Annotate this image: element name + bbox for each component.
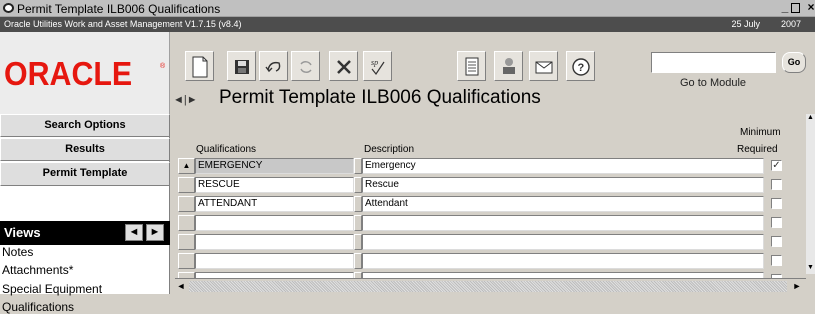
toolbar: sp ? Go to Module Go ◄|► Permit Template…: [171, 32, 815, 114]
oracle-logo: ORACLE ®: [0, 32, 170, 114]
view-item-notes[interactable]: Notes: [2, 245, 33, 259]
sidebar: Search Options Results Permit Template V…: [0, 114, 170, 314]
view-item-qualifications[interactable]: Qualifications: [2, 300, 74, 314]
minimum-required-checkbox[interactable]: [771, 236, 782, 247]
minimum-header: Minimum: [740, 127, 781, 138]
svg-text:?: ?: [578, 62, 585, 74]
qualification-cell[interactable]: [195, 253, 354, 269]
qualification-cell[interactable]: EMERGENCY: [195, 158, 354, 174]
minimize-button[interactable]: _: [779, 1, 791, 15]
views-prev-button[interactable]: ◄: [125, 224, 143, 241]
column-lookup-button[interactable]: [354, 196, 362, 212]
print-button[interactable]: [494, 51, 523, 81]
title-bar: Permit Template ILB006 Qualifications _ …: [0, 0, 815, 17]
column-lookup-button[interactable]: [354, 234, 362, 250]
save-button[interactable]: [227, 51, 256, 81]
goto-module-label: Go to Module: [680, 77, 747, 89]
permit-template-button[interactable]: Permit Template: [0, 162, 170, 186]
horizontal-scrollbar[interactable]: ◄ ►: [175, 278, 806, 294]
scroll-right-arrow-icon[interactable]: ►: [791, 280, 803, 293]
views-next-button[interactable]: ►: [146, 224, 164, 241]
scroll-left-arrow-icon[interactable]: ◄: [175, 280, 187, 293]
required-header: Required: [737, 144, 778, 155]
save-icon: [235, 60, 249, 74]
description-cell[interactable]: [362, 215, 764, 231]
close-button[interactable]: ×: [805, 1, 815, 15]
description-header: Description: [364, 144, 415, 155]
search-options-button[interactable]: Search Options: [0, 114, 170, 137]
qualification-cell[interactable]: RESCUE: [195, 177, 354, 193]
minimum-required-checkbox[interactable]: [771, 217, 782, 228]
scroll-up-arrow-icon[interactable]: ▲: [806, 114, 815, 124]
undo-button[interactable]: [259, 51, 288, 81]
qualifications-header: Qualifications: [196, 144, 257, 155]
qualification-cell[interactable]: [195, 234, 354, 250]
help-icon: ?: [572, 58, 590, 76]
version-bar: Oracle Utilities Work and Asset Manageme…: [0, 17, 815, 32]
app-icon: [3, 3, 14, 13]
row-marker[interactable]: [178, 253, 195, 269]
row-marker[interactable]: [178, 215, 195, 231]
undo-icon: [265, 61, 281, 73]
minimum-required-checkbox[interactable]: [771, 198, 782, 209]
mail-button[interactable]: [529, 51, 558, 81]
goto-module-input[interactable]: [651, 52, 776, 73]
mail-icon: [535, 61, 553, 74]
refresh-button[interactable]: [291, 51, 320, 81]
views-label: Views: [4, 225, 41, 240]
go-button[interactable]: Go: [782, 52, 806, 73]
qualifications-grid: Qualifications Description Minimum Requi…: [171, 114, 815, 294]
application-window: Permit Template ILB006 Qualifications _ …: [0, 0, 815, 314]
minimum-required-checkbox[interactable]: ✓: [771, 160, 782, 171]
row-marker[interactable]: [178, 196, 195, 212]
spellcheck-label: sp: [371, 58, 378, 67]
spellcheck-button[interactable]: sp: [363, 51, 392, 81]
app-version: Oracle Utilities Work and Asset Manageme…: [4, 19, 242, 29]
column-lookup-button[interactable]: [354, 253, 362, 269]
current-year: 2007: [780, 19, 801, 29]
row-marker[interactable]: [178, 177, 195, 193]
description-cell[interactable]: Rescue: [362, 177, 764, 193]
delete-button[interactable]: [329, 51, 358, 81]
vertical-scrollbar[interactable]: ▲ ▼: [806, 114, 815, 274]
row-marker[interactable]: ▲: [178, 158, 195, 174]
column-lookup-button[interactable]: [354, 215, 362, 231]
window-title: Permit Template ILB006 Qualifications: [17, 2, 221, 16]
views-header: Views ◄ ►: [0, 221, 170, 245]
logo-registered-mark: ®: [160, 63, 166, 70]
maximize-button[interactable]: [791, 3, 800, 13]
qualification-cell[interactable]: ATTENDANT: [195, 196, 354, 212]
column-lookup-button[interactable]: [354, 177, 362, 193]
minimum-required-checkbox[interactable]: [771, 255, 782, 266]
record-nav-arrows[interactable]: ◄|►: [173, 94, 198, 106]
scroll-down-arrow-icon[interactable]: ▼: [806, 264, 815, 274]
view-item-attachments[interactable]: Attachments*: [2, 263, 73, 277]
current-date: 25 July: [731, 19, 760, 29]
description-cell[interactable]: [362, 234, 764, 250]
refresh-icon: [300, 61, 312, 73]
logo-wordmark: ORACLE: [4, 55, 133, 92]
help-button[interactable]: ?: [566, 51, 595, 81]
spellcheck-icon: sp: [371, 58, 385, 76]
minimum-required-checkbox[interactable]: [771, 179, 782, 190]
report-button[interactable]: [457, 51, 486, 81]
delete-icon: [337, 60, 351, 74]
horizontal-scroll-track[interactable]: [189, 281, 787, 292]
description-cell[interactable]: Attendant: [362, 196, 764, 212]
row-marker[interactable]: [178, 234, 195, 250]
results-button[interactable]: Results: [0, 138, 170, 161]
report-icon: [465, 57, 479, 76]
new-document-icon: [192, 56, 208, 78]
description-cell[interactable]: [362, 253, 764, 269]
column-lookup-button[interactable]: [354, 158, 362, 174]
qualification-cell[interactable]: [195, 215, 354, 231]
page-heading: Permit Template ILB006 Qualifications: [219, 87, 541, 108]
new-button[interactable]: [185, 51, 214, 81]
print-icon: [503, 58, 515, 74]
description-cell[interactable]: Emergency: [362, 158, 764, 174]
